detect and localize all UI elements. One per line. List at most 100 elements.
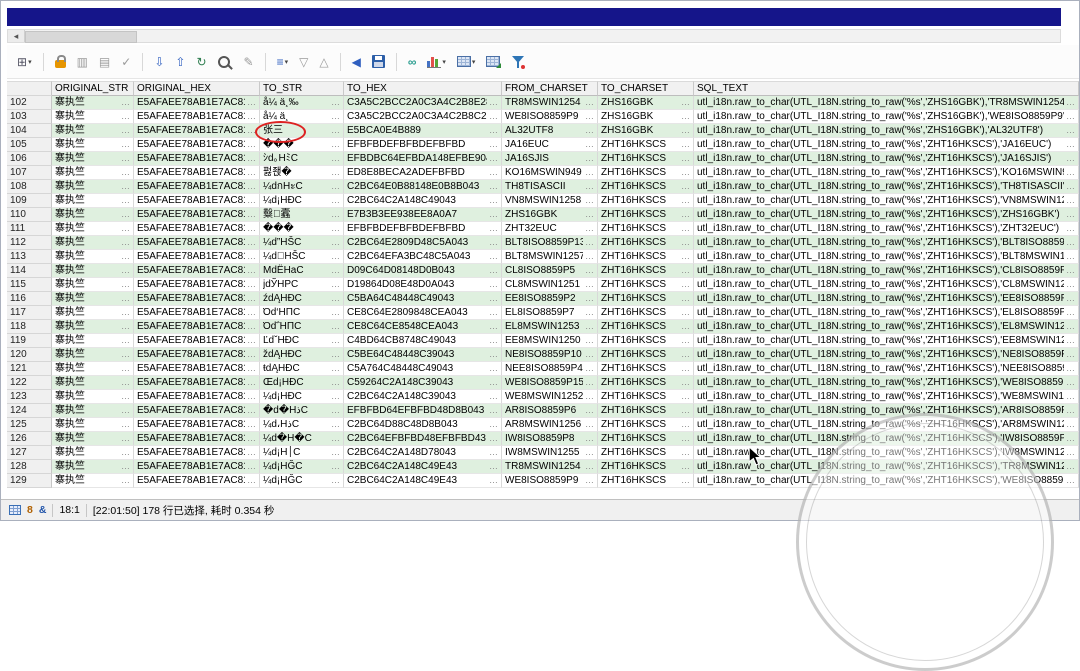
cell-expand-button[interactable]: … bbox=[329, 124, 340, 137]
cell-original_hex[interactable]: E5AFAEE78AB1E7AC81… bbox=[134, 222, 260, 236]
cell-expand-button[interactable]: … bbox=[245, 474, 256, 487]
cell-sql_text[interactable]: utl_i18n.raw_to_char(UTL_I18N.string_to_… bbox=[694, 348, 1079, 362]
cell-original_str[interactable]: 寨执竺… bbox=[52, 474, 134, 488]
cell-from_charset[interactable]: WE8ISO8859P9… bbox=[502, 110, 598, 124]
cell-expand-button[interactable]: … bbox=[487, 124, 498, 137]
cell-original_hex[interactable]: E5AFAEE78AB1E7AC81… bbox=[134, 362, 260, 376]
cell-to_charset[interactable]: ZHT16HKSCS… bbox=[598, 222, 694, 236]
cell-expand-button[interactable]: … bbox=[487, 222, 498, 235]
cell-from_charset[interactable]: ZHT32EUC… bbox=[502, 222, 598, 236]
cell-original_str[interactable]: 寨执竺… bbox=[52, 208, 134, 222]
cell-original_str[interactable]: 寨执竺… bbox=[52, 250, 134, 264]
cell-original_hex[interactable]: E5AFAEE78AB1E7AC81… bbox=[134, 292, 260, 306]
column-header-to-str[interactable]: TO_STR bbox=[260, 81, 344, 96]
cell-expand-button[interactable]: … bbox=[119, 404, 130, 417]
cell-expand-button[interactable]: … bbox=[245, 110, 256, 123]
cell-expand-button[interactable]: … bbox=[329, 180, 340, 193]
cell-expand-button[interactable]: … bbox=[245, 222, 256, 235]
cell-expand-button[interactable]: … bbox=[583, 96, 594, 109]
cell-expand-button[interactable]: … bbox=[329, 306, 340, 319]
cell-expand-button[interactable]: … bbox=[329, 390, 340, 403]
cell-expand-button[interactable]: … bbox=[119, 194, 130, 207]
editor-horizontal-scrollbar[interactable]: ◂ bbox=[7, 29, 1061, 43]
cell-expand-button[interactable]: … bbox=[583, 348, 594, 361]
cell-expand-button[interactable]: … bbox=[245, 460, 256, 473]
find-button[interactable] bbox=[216, 52, 235, 72]
cell-expand-button[interactable]: … bbox=[245, 152, 256, 165]
cell-expand-button[interactable]: … bbox=[583, 474, 594, 487]
table-row[interactable]: 123 寨执竺… E5AFAEE78AB1E7AC81… ¼d¡HÐC… C2BC64C… bbox=[7, 390, 1079, 404]
cell-sql_text[interactable]: utl_i18n.raw_to_char(UTL_I18N.string_to_… bbox=[694, 138, 1079, 152]
cell-expand-button[interactable]: … bbox=[487, 306, 498, 319]
cell-original_hex[interactable]: E5AFAEE78AB1E7AC81… bbox=[134, 460, 260, 474]
cell-to_hex[interactable]: D19864D08E48D0A043… bbox=[344, 278, 502, 292]
cell-expand-button[interactable]: … bbox=[329, 278, 340, 291]
cell-expand-button[interactable]: … bbox=[119, 236, 130, 249]
chart-button[interactable]: ▾ bbox=[425, 52, 448, 72]
column-header-to-charset[interactable]: TO_CHARSET bbox=[598, 81, 694, 96]
cell-expand-button[interactable]: … bbox=[583, 236, 594, 249]
cell-to_str[interactable]: ¼d”HŠC… bbox=[260, 236, 344, 250]
cell-sql_text[interactable]: utl_i18n.raw_to_char(UTL_I18N.string_to_… bbox=[694, 320, 1079, 334]
cell-original_str[interactable]: 寨执竺… bbox=[52, 404, 134, 418]
cell-sql_text[interactable]: utl_i18n.raw_to_char(UTL_I18N.string_to_… bbox=[694, 208, 1079, 222]
cell-original_str[interactable]: 寨执竺… bbox=[52, 110, 134, 124]
cell-expand-button[interactable]: … bbox=[679, 418, 690, 431]
column-header-original-hex[interactable]: ORIGINAL_HEX bbox=[134, 81, 260, 96]
cell-expand-button[interactable]: … bbox=[679, 474, 690, 487]
cell-to_charset[interactable]: ZHS16GBK… bbox=[598, 124, 694, 138]
cell-to_hex[interactable]: C2BC64C2A148C49E43… bbox=[344, 460, 502, 474]
cell-expand-button[interactable]: … bbox=[487, 194, 498, 207]
cell-expand-button[interactable]: … bbox=[119, 320, 130, 333]
cell-expand-button[interactable]: … bbox=[119, 474, 130, 487]
back-to-editor-button[interactable]: ◀ bbox=[350, 52, 363, 72]
column-header-sql-text[interactable]: SQL_TEXT bbox=[694, 81, 1079, 96]
table-row[interactable]: 104 寨执竺… E5AFAEE78AB1E7AC81… 张三… E5BCA0E4B88… bbox=[7, 124, 1079, 138]
cell-expand-button[interactable]: … bbox=[583, 320, 594, 333]
link-button[interactable]: ∞ bbox=[406, 52, 419, 72]
cell-expand-button[interactable]: … bbox=[329, 460, 340, 473]
cell-expand-button[interactable]: … bbox=[119, 306, 130, 319]
table-row[interactable]: 108 寨执竺… E5AFAEE78AB1E7AC81… ¼dกHะC… C2BC64E… bbox=[7, 180, 1079, 194]
cell-to_charset[interactable]: ZHT16HKSCS… bbox=[598, 362, 694, 376]
cell-to_hex[interactable]: C2BC64D88C48D8B043… bbox=[344, 418, 502, 432]
cell-to_str[interactable]: 张三… bbox=[260, 124, 344, 138]
cell-expand-button[interactable]: … bbox=[679, 278, 690, 291]
cell-to_charset[interactable]: ZHT16HKSCS… bbox=[598, 138, 694, 152]
table-row[interactable]: 118 寨执竺… E5AFAEE78AB1E7AC81… Όd΅HΠC… CE8C64C… bbox=[7, 320, 1079, 334]
cell-from_charset[interactable]: WE8ISO8859P9… bbox=[502, 474, 598, 488]
cell-from_charset[interactable]: TH8TISASCII… bbox=[502, 180, 598, 194]
cell-to_hex[interactable]: C2BC64E2809D48C5A043… bbox=[344, 236, 502, 250]
filter-button[interactable] bbox=[509, 52, 527, 72]
table-row[interactable]: 129 寨执竺… E5AFAEE78AB1E7AC81… ¼d¡HĞC… C2BC64C… bbox=[7, 474, 1079, 488]
table-row[interactable]: 119 寨执竺… E5AFAEE78AB1E7AC81… ĽdˇHĐC… C4BD64C… bbox=[7, 334, 1079, 348]
cell-from_charset[interactable]: IW8ISO8859P8… bbox=[502, 432, 598, 446]
cell-to_str[interactable]: ¼dHŠC… bbox=[260, 250, 344, 264]
cell-to_str[interactable]: å¼ ä¸‰… bbox=[260, 96, 344, 110]
cell-sql_text[interactable]: utl_i18n.raw_to_char(UTL_I18N.string_to_… bbox=[694, 432, 1079, 446]
table-row[interactable]: 126 寨执竺… E5AFAEE78AB1E7AC81… ¼d�H�C… C2BC64E… bbox=[7, 432, 1079, 446]
cell-sql_text[interactable]: utl_i18n.raw_to_char(UTL_I18N.string_to_… bbox=[694, 194, 1079, 208]
refresh-button[interactable]: ↻ bbox=[194, 52, 208, 72]
cell-expand-button[interactable]: … bbox=[119, 264, 130, 277]
cell-expand-button[interactable]: … bbox=[487, 264, 498, 277]
cell-to_hex[interactable]: CE8C64E2809848CEA043… bbox=[344, 306, 502, 320]
cell-to_charset[interactable]: ZHT16HKSCS… bbox=[598, 432, 694, 446]
cell-original_str[interactable]: 寨执竺… bbox=[52, 292, 134, 306]
cell-expand-button[interactable]: … bbox=[329, 152, 340, 165]
cell-expand-button[interactable]: … bbox=[679, 180, 690, 193]
cell-sql_text[interactable]: utl_i18n.raw_to_char(UTL_I18N.string_to_… bbox=[694, 376, 1079, 390]
cell-expand-button[interactable]: … bbox=[245, 418, 256, 431]
cell-expand-button[interactable]: … bbox=[679, 334, 690, 347]
cell-to_charset[interactable]: ZHT16HKSCS… bbox=[598, 250, 694, 264]
cell-from_charset[interactable]: WE8MSWIN1252… bbox=[502, 390, 598, 404]
table-row[interactable]: 105 寨执竺… E5AFAEE78AB1E7AC81… ���… EFBFBDEFBF… bbox=[7, 138, 1079, 152]
cell-expand-button[interactable]: … bbox=[119, 362, 130, 375]
cell-to_str[interactable]: ｼd｡HﾐC… bbox=[260, 152, 344, 166]
table-row[interactable]: 124 寨执竺… E5AFAEE78AB1E7AC81… �d�HذC… EFBFBD6… bbox=[7, 404, 1079, 418]
table-row[interactable]: 113寨执竺…E5AFAEE78AB1E7AC81…¼dHŠC…C2BC64E… bbox=[7, 250, 1079, 264]
cell-expand-button[interactable]: … bbox=[119, 110, 130, 123]
cell-expand-button[interactable]: … bbox=[1064, 208, 1075, 221]
cell-expand-button[interactable]: … bbox=[245, 432, 256, 445]
cell-expand-button[interactable]: … bbox=[487, 460, 498, 473]
